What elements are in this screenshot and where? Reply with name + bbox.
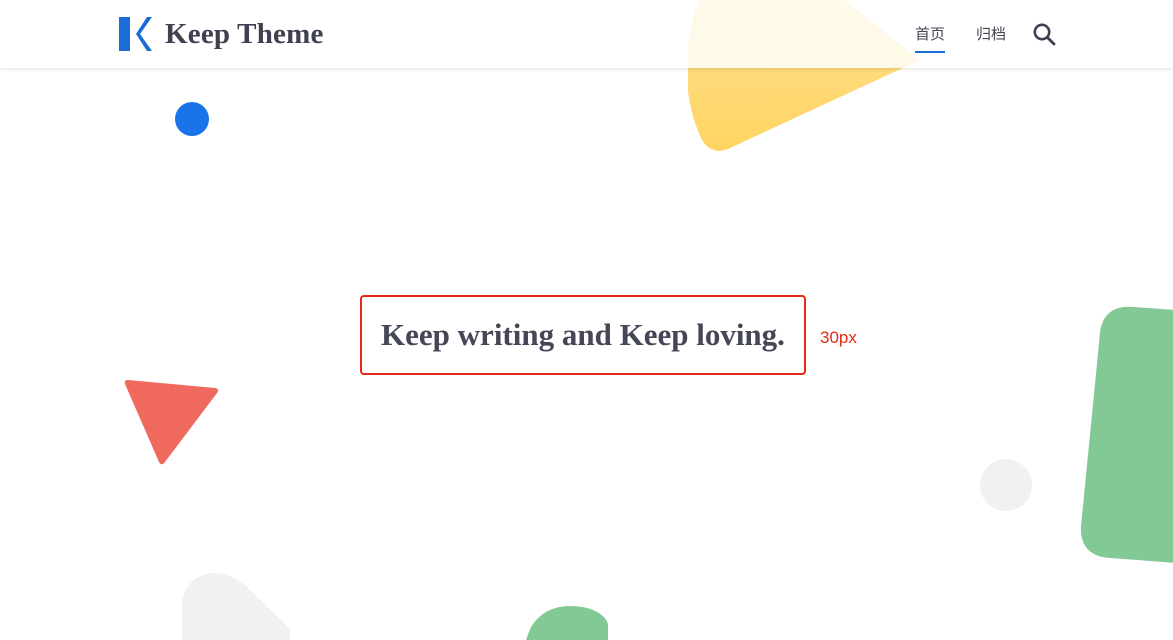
- nav-item-home[interactable]: 首页: [914, 24, 945, 53]
- slogan-text: Keep writing and Keep loving.: [381, 317, 785, 352]
- font-size-annotation: 30px: [820, 328, 857, 347]
- grey-dot-shape: [980, 459, 1032, 511]
- blue-dot-shape: [175, 102, 209, 136]
- site-logo[interactable]: Keep Theme: [119, 17, 324, 51]
- grey-pill-shape: [181, 573, 290, 640]
- search-icon: [1033, 23, 1056, 46]
- search-button[interactable]: [1032, 22, 1056, 46]
- main-nav: 首页 归档: [884, 0, 1056, 68]
- slogan-highlight-box: Keep writing and Keep loving.: [360, 295, 806, 375]
- red-triangle-shape: [124, 380, 219, 465]
- site-header: Keep Theme 首页 归档: [0, 0, 1173, 68]
- logo-k-icon: [119, 17, 152, 51]
- site-title: Keep Theme: [165, 18, 324, 50]
- green-blob-shape: [526, 606, 608, 640]
- green-rectangle-shape: [1080, 306, 1173, 563]
- nav-item-archive[interactable]: 归档: [976, 24, 1006, 44]
